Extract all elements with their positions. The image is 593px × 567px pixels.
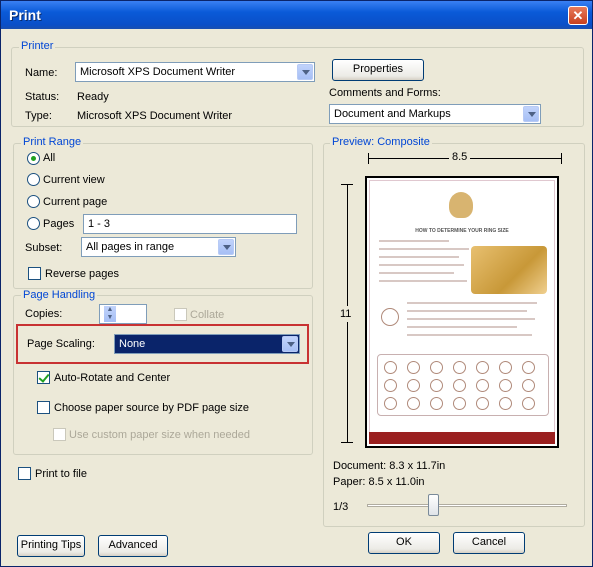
document-size: Document: 8.3 x 11.7in — [333, 460, 446, 472]
current-page-radio[interactable] — [27, 195, 40, 208]
properties-button[interactable]: Properties — [332, 59, 424, 81]
ring-gauge-icon — [381, 308, 399, 326]
print-to-file-label: Print to file — [35, 468, 87, 480]
sheet-heading: HOW TO DETERMINE YOUR RING SIZE — [415, 228, 509, 234]
cancel-button[interactable]: Cancel — [453, 532, 525, 554]
reverse-pages-label: Reverse pages — [45, 268, 119, 280]
status-value: Ready — [77, 91, 109, 103]
print-to-file-checkbox[interactable] — [18, 467, 31, 480]
auto-rotate-label: Auto-Rotate and Center — [54, 372, 171, 384]
chevron-down-icon[interactable] — [218, 239, 234, 255]
height-dimension-tick — [341, 442, 353, 443]
preview-legend: Preview: Composite — [330, 136, 432, 148]
status-label: Status: — [25, 91, 60, 103]
type-label: Type: — [25, 110, 52, 122]
pages-input-value: 1 - 3 — [88, 218, 111, 230]
width-label: 8.5 — [449, 151, 471, 163]
subset-value: All pages in range — [86, 241, 175, 253]
paper-source-label: Choose paper source by PDF page size — [54, 402, 250, 414]
copies-stepper[interactable]: 1 ▲▼ — [99, 304, 147, 324]
ok-button[interactable]: OK — [368, 532, 440, 554]
collate-label: Collate — [190, 309, 225, 321]
page-scaling-value: None — [119, 338, 146, 350]
width-dimension-tick — [561, 153, 562, 164]
printer-name-select[interactable]: Microsoft XPS Document Writer — [75, 62, 315, 82]
print-range-legend: Print Range — [21, 136, 84, 148]
chevron-down-icon[interactable] — [523, 106, 539, 122]
all-label: All — [43, 152, 56, 164]
paper-source-checkbox[interactable] — [37, 401, 50, 414]
printer-legend: Printer — [19, 40, 56, 52]
preview-page: HOW TO DETERMINE YOUR RING SIZE — [365, 176, 559, 448]
pages-label: Pages — [43, 218, 75, 230]
subset-select[interactable]: All pages in range — [81, 237, 236, 257]
paper-size: Paper: 8.5 x 11.0in — [333, 476, 425, 488]
custom-paper-label: Use custom paper size when needed — [69, 429, 250, 441]
page-scaling-label: Page Scaling: — [27, 338, 95, 350]
pages-input[interactable]: 1 - 3 — [83, 214, 297, 234]
height-label: 11 — [340, 306, 352, 322]
chevron-down-icon[interactable] — [297, 64, 313, 80]
all-radio[interactable] — [27, 152, 40, 165]
custom-paper-checkbox — [53, 428, 66, 441]
name-label: Name: — [25, 67, 58, 79]
collate-checkbox — [174, 308, 187, 321]
advanced-button[interactable]: Advanced — [98, 535, 168, 557]
comments-forms-select[interactable]: Document and Markups — [329, 104, 541, 124]
current-page-label: Current page — [43, 196, 108, 208]
page-slider-thumb[interactable] — [428, 494, 439, 516]
reverse-pages-checkbox[interactable] — [28, 267, 41, 280]
page-scaling-select[interactable]: None — [114, 334, 300, 354]
current-view-radio[interactable] — [27, 173, 40, 186]
width-dimension-tick — [368, 153, 369, 164]
subset-label: Subset: — [25, 242, 63, 254]
chevron-down-icon[interactable] — [282, 336, 298, 352]
page-indicator: 1/3 — [333, 501, 349, 513]
auto-rotate-checkbox[interactable] — [37, 371, 50, 384]
window-title: Print — [9, 7, 41, 23]
copies-label: Copies: — [25, 308, 63, 320]
pages-radio[interactable] — [27, 217, 40, 230]
type-value: Microsoft XPS Document Writer — [77, 110, 233, 122]
card-image — [471, 246, 547, 294]
height-dimension-tick — [341, 184, 353, 185]
logo-icon — [449, 192, 473, 218]
page-slider-track[interactable] — [367, 504, 567, 507]
footer-band — [369, 432, 555, 444]
page-handling-legend: Page Handling — [21, 289, 98, 301]
title-bar: Print ✕ — [1, 1, 592, 29]
ring-size-chart — [377, 354, 549, 416]
print-dialog: Print ✕ Printer Name: Microsoft XPS Docu… — [0, 0, 593, 567]
printing-tips-button[interactable]: Printing Tips — [17, 535, 85, 557]
current-view-label: Current view — [43, 174, 105, 186]
close-icon[interactable]: ✕ — [568, 6, 588, 25]
comments-forms-value: Document and Markups — [334, 108, 451, 120]
printer-name-value: Microsoft XPS Document Writer — [80, 66, 236, 78]
spin-arrows-icon[interactable]: ▲ ▼ — [104, 306, 116, 322]
comments-forms-label: Comments and Forms: — [329, 87, 441, 99]
